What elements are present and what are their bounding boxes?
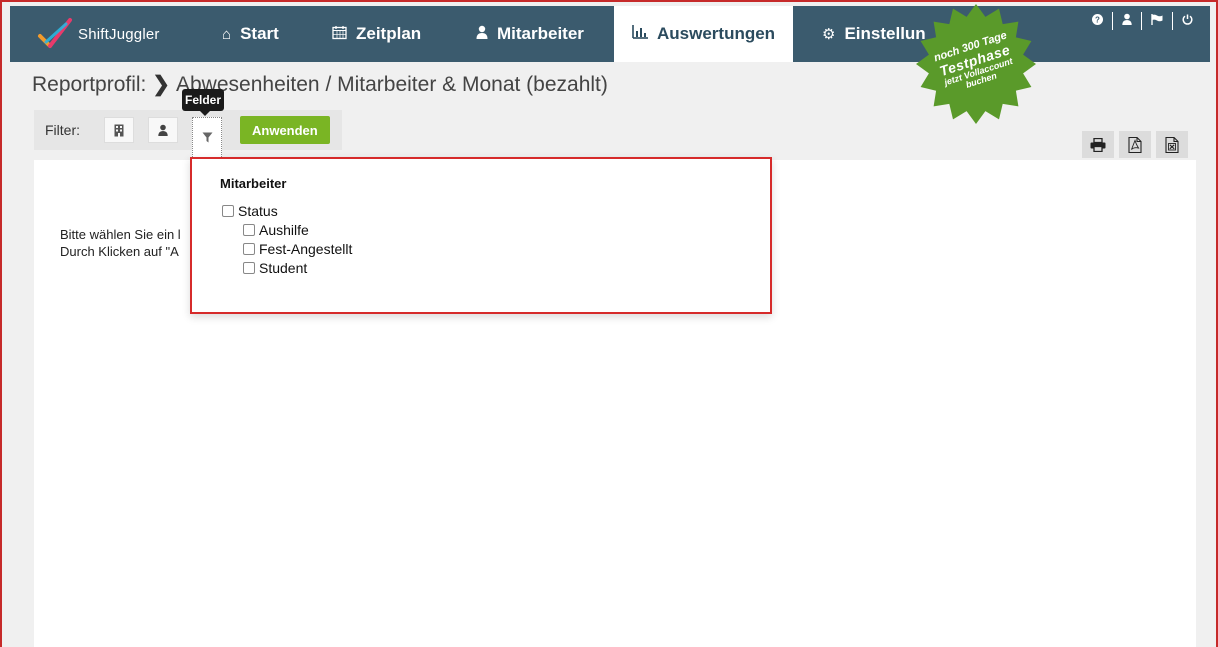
option-aushilfe-row[interactable]: Aushilfe <box>243 222 309 238</box>
user-icon <box>476 25 488 43</box>
filter-bar: Filter: Anwenden <box>34 110 342 157</box>
nav-auswertungen[interactable]: Auswertungen <box>614 6 794 62</box>
aushilfe-checkbox[interactable] <box>243 224 255 236</box>
print-icon <box>1090 137 1106 152</box>
option-student-row[interactable]: Student <box>243 260 307 276</box>
status-checkbox[interactable] <box>222 205 234 217</box>
filter-employee-button[interactable] <box>148 117 178 143</box>
nav-start-label: Start <box>240 24 279 43</box>
title-prefix: Reportprofil: <box>32 73 147 96</box>
logo[interactable]: ShiftJuggler <box>36 16 160 52</box>
nav-start[interactable]: ⌂ Start <box>222 6 279 62</box>
fest-angestellt-checkbox[interactable] <box>243 243 255 255</box>
aushilfe-label: Aushilfe <box>259 222 309 238</box>
nav-mitarbeiter-label: Mitarbeiter <box>497 24 584 43</box>
info-line-2: Durch Klicken auf "A <box>60 244 179 259</box>
page-title: Reportprofil: ❯ Abwesenheiten / Mitarbeite… <box>32 72 608 97</box>
nav-auswertungen-label: Auswertungen <box>657 24 776 43</box>
logo-text: ShiftJuggler <box>78 25 160 43</box>
info-line-1: Bitte wählen Sie ein l <box>60 227 181 242</box>
user-icon <box>158 124 168 136</box>
status-checkbox-row[interactable]: Status <box>222 203 278 219</box>
dropdown-heading: Mitarbeiter <box>220 176 287 191</box>
pdf-export-button[interactable] <box>1119 131 1151 158</box>
bar-chart-icon <box>632 25 648 43</box>
nav-mitarbeiter[interactable]: Mitarbeiter <box>476 6 584 62</box>
home-icon: ⌂ <box>222 25 232 43</box>
power-icon[interactable] <box>1173 12 1202 30</box>
title-text: Abwesenheiten / Mitarbeiter & Monat (bez… <box>176 73 608 96</box>
filter-fields-button[interactable] <box>192 117 222 157</box>
profile-icon[interactable] <box>1113 12 1142 30</box>
nav-zeitplan[interactable]: Zeitplan <box>332 6 421 62</box>
calendar-icon <box>332 25 347 44</box>
filter-label: Filter: <box>45 122 80 138</box>
help-icon[interactable]: ? <box>1083 12 1113 30</box>
svg-text:?: ? <box>1095 16 1100 25</box>
nav-right-icons: ? <box>1083 12 1202 30</box>
status-label: Status <box>238 203 278 219</box>
flag-icon[interactable] <box>1142 12 1173 30</box>
apply-button[interactable]: Anwenden <box>240 116 330 144</box>
building-icon <box>114 124 124 136</box>
funnel-icon <box>202 132 212 143</box>
gear-icon: ⚙ <box>822 26 836 43</box>
student-label: Student <box>259 260 308 276</box>
fields-dropdown-panel: Mitarbeiter Status Aushilfe Fest-Angeste… <box>190 157 772 314</box>
logo-icon <box>38 18 72 48</box>
fields-tooltip: Felder <box>182 89 224 116</box>
excel-export-button[interactable] <box>1156 131 1188 158</box>
trial-badge[interactable]: noch 300 Tage Testphase jetzt Vollaccoun… <box>912 2 1040 126</box>
student-checkbox[interactable] <box>243 262 255 274</box>
filter-location-button[interactable] <box>104 117 134 143</box>
info-message: Bitte wählen Sie ein l Durch Klicken auf… <box>60 226 181 260</box>
fest-angestellt-label: Fest-Angestellt <box>259 241 353 257</box>
chevron-right-icon: ❯ <box>152 73 170 96</box>
option-fest-angestellt-row[interactable]: Fest-Angestellt <box>243 241 352 257</box>
nav-zeitplan-label: Zeitplan <box>356 24 422 43</box>
print-button[interactable] <box>1082 131 1114 158</box>
excel-icon <box>1165 136 1179 153</box>
pdf-icon <box>1128 136 1142 153</box>
